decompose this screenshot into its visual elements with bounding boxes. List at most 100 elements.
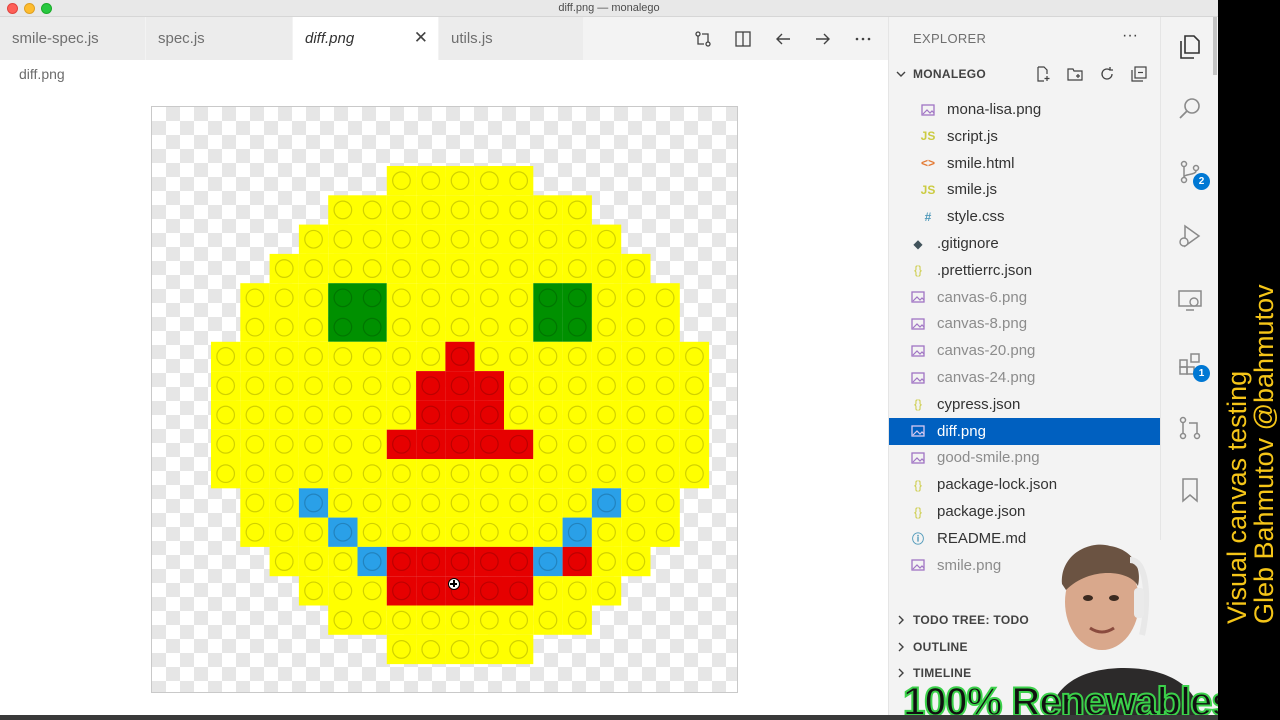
lego-stud <box>304 317 323 337</box>
breadcrumb: diff.png <box>19 66 65 82</box>
lego-stud <box>333 493 353 513</box>
open-changes-icon[interactable] <box>692 28 714 50</box>
lego-stud <box>421 229 441 249</box>
pull-request-icon[interactable] <box>1176 414 1204 442</box>
lego-stud <box>655 493 675 513</box>
refresh-icon[interactable] <box>1097 64 1117 84</box>
lego-stud <box>626 288 646 308</box>
lego-stud <box>392 405 411 425</box>
close-tab-icon[interactable]: ✕ <box>414 29 428 46</box>
lego-stud <box>538 610 558 630</box>
search-icon[interactable] <box>1176 95 1204 123</box>
lego-stud <box>274 376 294 396</box>
remote-explorer-icon[interactable] <box>1176 286 1204 314</box>
lego-stud <box>597 434 616 454</box>
collapse-all-icon[interactable] <box>1129 64 1149 84</box>
lego-stud <box>685 434 704 454</box>
lego-stud <box>421 522 441 542</box>
lego-stud <box>362 405 382 425</box>
explorer-more-icon[interactable]: ··· <box>1122 27 1138 45</box>
file-item[interactable]: {} cypress.json <box>889 391 1161 418</box>
lego-stud <box>479 464 499 484</box>
file-item[interactable]: diff.png <box>889 417 1161 445</box>
info-icon: ⓘ <box>911 531 924 546</box>
lego-stud <box>392 259 411 278</box>
lego-stud <box>567 405 587 425</box>
file-item[interactable]: {} .prettierrc.json <box>889 257 1161 284</box>
lego-stud <box>333 317 353 337</box>
lego-stud <box>479 552 499 571</box>
image-preview[interactable] <box>151 106 738 693</box>
sidebar-scrollbar[interactable] <box>1213 17 1217 75</box>
lego-stud <box>245 317 265 337</box>
lego-stud <box>479 434 499 454</box>
lego-stud <box>333 552 353 571</box>
file-item[interactable]: mona-lisa.png <box>889 96 1161 123</box>
split-editor-icon[interactable] <box>732 28 754 50</box>
lego-stud <box>655 317 675 337</box>
lego-stud <box>626 434 646 454</box>
file-item[interactable]: {} package-lock.json <box>889 471 1161 498</box>
lego-stud <box>392 640 411 659</box>
lego-stud <box>479 581 499 601</box>
cursor-crosshair-icon <box>448 578 460 590</box>
new-folder-icon[interactable] <box>1065 64 1085 84</box>
tab-smile-spec-js[interactable]: smile-spec.js <box>0 17 146 60</box>
file-label: smile.html <box>947 154 1015 172</box>
lego-stud <box>274 493 294 513</box>
status-bar <box>0 715 1218 720</box>
file-item[interactable]: canvas-24.png <box>889 364 1161 391</box>
lego-stud <box>538 376 558 396</box>
lego-stud <box>567 434 587 454</box>
chevron-right-icon <box>889 642 913 652</box>
arrow-left-icon[interactable] <box>772 28 794 50</box>
run-debug-icon[interactable] <box>1176 222 1204 250</box>
lego-stud <box>509 288 529 308</box>
lego-stud <box>567 610 587 630</box>
file-item[interactable]: # style.css <box>889 203 1161 230</box>
bookmark-icon[interactable] <box>1176 476 1204 504</box>
tab-label: diff.png <box>305 30 355 47</box>
file-item[interactable]: canvas-8.png <box>889 310 1161 337</box>
lego-stud <box>216 464 236 484</box>
lego-stud <box>626 493 646 513</box>
lego-stud <box>392 376 411 396</box>
source-control-icon[interactable]: 2 <box>1176 158 1210 190</box>
file-item[interactable]: JS smile.js <box>889 176 1161 203</box>
lego-stud <box>479 522 499 542</box>
file-item[interactable]: JS script.js <box>889 123 1161 150</box>
file-label: mona-lisa.png <box>947 101 1042 118</box>
lego-stud <box>597 376 616 396</box>
file-item[interactable]: good-smile.png <box>889 444 1161 471</box>
explorer-title: EXPLORER <box>913 31 987 46</box>
more-actions-icon[interactable] <box>852 28 874 50</box>
extensions-icon[interactable]: 1 <box>1176 350 1210 382</box>
file-label: .gitignore <box>937 235 999 252</box>
project-section-header[interactable]: MONALEGO <box>889 61 1161 87</box>
file-item[interactable]: canvas-20.png <box>889 337 1161 364</box>
file-item[interactable]: {} package.json <box>889 498 1161 525</box>
lego-stud <box>274 288 294 308</box>
tab-spec-js[interactable]: spec.js <box>146 17 293 60</box>
file-item[interactable]: canvas-6.png <box>889 284 1161 311</box>
git-icon: ◆ <box>913 236 923 251</box>
lego-stud <box>304 288 323 308</box>
lego-stud <box>479 610 499 630</box>
lego-stud <box>567 493 587 513</box>
explorer-files-icon[interactable] <box>1176 33 1204 61</box>
arrow-right-icon[interactable] <box>812 28 834 50</box>
lego-stud <box>421 640 441 659</box>
new-file-icon[interactable] <box>1033 64 1053 84</box>
lego-stud <box>509 376 529 396</box>
lego-stud <box>597 522 616 542</box>
file-item[interactable]: ◆ .gitignore <box>889 230 1161 257</box>
lego-stud <box>450 610 470 630</box>
lego-stud <box>509 581 529 601</box>
tab-label: smile-spec.js <box>12 30 99 47</box>
file-item[interactable]: <> smile.html <box>889 150 1161 177</box>
chevron-down-icon <box>889 69 913 79</box>
lego-stud <box>567 259 587 278</box>
lego-stud <box>685 347 704 366</box>
tab-diff-png[interactable]: diff.png ✕ <box>293 17 439 60</box>
tab-utils-js[interactable]: utils.js <box>439 17 584 60</box>
